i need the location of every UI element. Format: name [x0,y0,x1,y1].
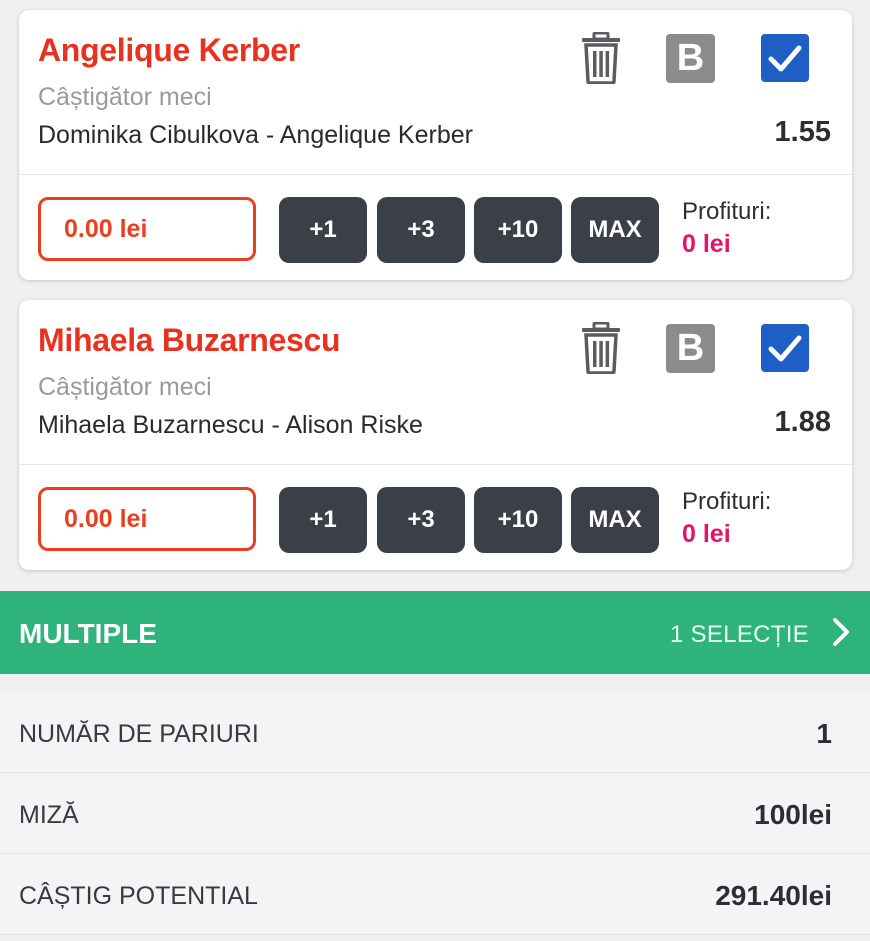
summary-row-bet-count: NUMĂR DE PARIURI 1 [0,693,870,773]
profit-value: 0 lei [682,230,731,258]
stake-input[interactable] [38,197,256,261]
bet-card-header: Mihaela Buzarnescu Câștigător meci Mihae… [19,300,852,465]
checkbox-checked-icon[interactable] [761,324,809,372]
bet-card: Angelique Kerber Câștigător meci Dominik… [19,10,852,280]
quick-stake-plus-10-button[interactable]: +10 [474,487,562,553]
bet-card-stake-row: +1 +3 +10 MAX Profituri: 0 lei [19,175,852,280]
trash-icon[interactable] [579,322,623,374]
market-name: Câștigător meci [38,83,212,111]
selection-name: Mihaela Buzarnescu [38,322,341,358]
odds-value: 1.55 [774,116,831,148]
profit-value: 0 lei [682,520,731,548]
multiple-title: MULTIPLE [19,618,157,649]
summary-label: CÂȘTIG POTENTIAL [19,882,258,910]
selection-name: Angelique Kerber [38,32,300,68]
trash-icon[interactable] [579,32,623,84]
chevron-right-icon[interactable] [830,616,852,648]
bet-card: Mihaela Buzarnescu Câștigător meci Mihae… [19,300,852,570]
market-name: Câștigător meci [38,373,212,401]
quick-stake-max-button[interactable]: MAX [571,197,659,263]
checkbox-checked-icon[interactable] [761,34,809,82]
banker-icon[interactable]: B [666,34,715,83]
selection-count: 1 SELECȚIE [669,621,809,648]
profit-label: Profituri: [682,198,772,225]
profit-label: Profituri: [682,488,772,515]
summary-row-potential-win: CÂȘTIG POTENTIAL 291.40lei [0,855,870,935]
event-name: Mihaela Buzarnescu - Alison Riske [38,411,423,439]
quick-stake-plus-10-button[interactable]: +10 [474,197,562,263]
summary-row-stake: MIZĂ 100lei [0,774,870,854]
bet-card-stake-row: +1 +3 +10 MAX Profituri: 0 lei [19,465,852,570]
quick-stake-max-button[interactable]: MAX [571,487,659,553]
bet-card-header: Angelique Kerber Câștigător meci Dominik… [19,10,852,175]
banker-icon[interactable]: B [666,324,715,373]
odds-value: 1.88 [774,406,831,438]
event-name: Dominika Cibulkova - Angelique Kerber [38,121,473,149]
multiple-bar[interactable]: MULTIPLE 1 SELECȚIE [0,591,870,674]
summary-value: 100lei [754,799,832,830]
summary-value: 291.40lei [715,880,832,911]
quick-stake-plus-1-button[interactable]: +1 [279,197,367,263]
quick-stake-plus-3-button[interactable]: +3 [377,487,465,553]
summary-label: MIZĂ [19,801,79,829]
summary-label: NUMĂR DE PARIURI [19,720,259,748]
quick-stake-plus-1-button[interactable]: +1 [279,487,367,553]
summary-value: 1 [816,718,832,749]
quick-stake-plus-3-button[interactable]: +3 [377,197,465,263]
stake-input[interactable] [38,487,256,551]
